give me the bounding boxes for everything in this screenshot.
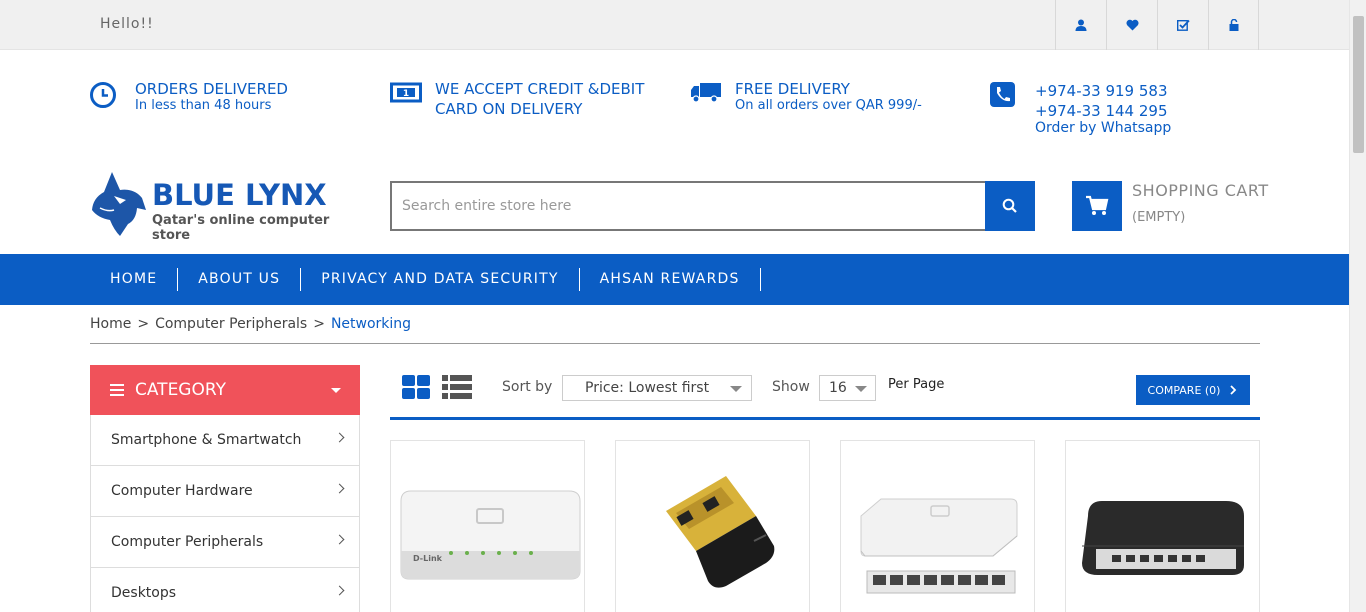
scrollbar-thumb[interactable] xyxy=(1353,16,1364,153)
info-contact: +974-33 919 583 +974-33 144 295 Order by… xyxy=(990,80,1171,136)
category-sidebar: CATEGORY Smartphone & Smartwatch Compute… xyxy=(90,365,360,612)
chevron-right-icon xyxy=(334,534,345,545)
product-card[interactable] xyxy=(1065,440,1260,612)
breadcrumb-parent[interactable]: Computer Peripherals xyxy=(155,316,307,332)
cash-icon: 1 xyxy=(390,80,430,110)
heart-icon[interactable] xyxy=(1106,0,1157,50)
category-title: CATEGORY xyxy=(135,380,226,400)
dropdown-arrow-icon xyxy=(730,386,742,392)
orders-subtitle: In less than 48 hours xyxy=(135,98,272,113)
category-item-label: Computer Peripherals xyxy=(111,534,264,550)
orders-title: ORDERS DELIVERED xyxy=(135,80,288,98)
caret-down-icon xyxy=(331,388,341,393)
delivery-title: FREE DELIVERY xyxy=(735,80,850,98)
page-scrollbar[interactable] xyxy=(1349,0,1366,612)
search-icon xyxy=(1002,198,1017,213)
breadcrumb-separator: > xyxy=(313,316,325,332)
cart-icon xyxy=(1086,195,1109,215)
nav-item-home[interactable]: HOME xyxy=(90,268,179,291)
truck-icon xyxy=(690,80,730,110)
clock-icon xyxy=(90,80,130,110)
show-label: Show xyxy=(772,379,810,395)
info-orders: ORDERS DELIVERED In less than 48 hours xyxy=(90,80,288,114)
brand-name: BLUE LYNX xyxy=(152,178,327,212)
nav-item-about-us[interactable]: ABOUT US xyxy=(178,268,302,291)
category-header[interactable]: CATEGORY xyxy=(90,365,360,415)
category-item-label: Computer Hardware xyxy=(111,483,253,499)
compare-label: COMPARE (0) xyxy=(1147,383,1221,397)
category-item-label: Smartphone & Smartwatch xyxy=(111,432,302,448)
svg-text:D-Link: D-Link xyxy=(413,554,443,563)
account-icons xyxy=(1055,0,1259,50)
per-page-label: Per Page xyxy=(888,377,945,392)
breadcrumb-divider xyxy=(90,343,1260,344)
breadcrumb-home[interactable]: Home xyxy=(90,316,131,332)
checklist-icon[interactable] xyxy=(1157,0,1208,50)
user-icon[interactable] xyxy=(1055,0,1106,50)
whatsapp-note: Order by Whatsapp xyxy=(1035,120,1172,136)
product-image[interactable]: D-Link xyxy=(391,441,585,612)
nav-item-privacy[interactable]: PRIVACY AND DATA SECURITY xyxy=(301,268,580,291)
chevron-right-icon xyxy=(334,432,345,443)
list-view-icon[interactable] xyxy=(442,375,472,399)
show-value: 16 xyxy=(829,380,847,396)
menu-icon xyxy=(110,381,124,399)
search-input[interactable] xyxy=(390,181,985,231)
svg-text:1: 1 xyxy=(403,89,409,99)
breadcrumb-separator: > xyxy=(137,316,150,332)
phone-icon xyxy=(990,80,1030,110)
category-item[interactable]: Computer Peripherals xyxy=(90,517,360,568)
payment-title-line1: WE ACCEPT CREDIT &DEBIT xyxy=(435,80,645,98)
cart-title: SHOPPING CART xyxy=(1132,181,1269,200)
category-item[interactable]: Desktops xyxy=(90,568,360,612)
chevron-right-icon xyxy=(334,585,345,596)
top-bar: Hello!! xyxy=(0,0,1349,50)
info-delivery: FREE DELIVERY On all orders over QAR 999… xyxy=(690,80,922,114)
search-bar xyxy=(390,181,1035,231)
lock-icon[interactable] xyxy=(1208,0,1259,50)
chevron-right-icon xyxy=(334,483,345,494)
cart-status: (EMPTY) xyxy=(1132,210,1186,225)
site-logo[interactable]: BLUE LYNX Qatar's online computer store xyxy=(90,170,355,243)
breadcrumb-current: Networking xyxy=(330,316,412,332)
product-toolbar: Sort by Price: Lowest first Show 16 Per … xyxy=(390,365,1260,420)
delivery-subtitle: On all orders over QAR 999/- xyxy=(735,98,922,113)
payment-title-line2: CARD ON DELIVERY xyxy=(435,100,583,118)
nav-item-ahsan-rewards[interactable]: AHSAN REWARDS xyxy=(580,268,761,291)
product-card[interactable] xyxy=(840,440,1035,612)
grid-view-icon[interactable] xyxy=(402,375,430,399)
info-payment: 1 WE ACCEPT CREDIT &DEBIT CARD ON DELIVE… xyxy=(390,80,644,118)
sort-select[interactable]: Price: Lowest first xyxy=(562,375,752,401)
product-card[interactable] xyxy=(615,440,810,612)
cart-button[interactable] xyxy=(1072,181,1122,231)
sort-label: Sort by xyxy=(502,379,553,395)
product-card[interactable]: D-Link xyxy=(390,440,585,612)
product-image[interactable] xyxy=(616,441,810,612)
category-item[interactable]: Computer Hardware xyxy=(90,466,360,517)
show-select[interactable]: 16 xyxy=(819,375,876,401)
dropdown-arrow-icon xyxy=(855,386,867,392)
product-image[interactable] xyxy=(841,441,1035,612)
phone-number-1[interactable]: +974-33 919 583 xyxy=(1035,82,1171,100)
chevron-right-icon xyxy=(1230,385,1237,395)
main-nav: HOME ABOUT US PRIVACY AND DATA SECURITY … xyxy=(0,254,1349,305)
sort-value: Price: Lowest first xyxy=(585,380,710,396)
category-item[interactable]: Smartphone & Smartwatch xyxy=(90,415,360,466)
brand-tagline: Qatar's online computer store xyxy=(152,213,330,243)
phone-number-2[interactable]: +974-33 144 295 xyxy=(1035,102,1171,120)
breadcrumb: Home > Computer Peripherals > Networking xyxy=(90,316,411,332)
lynx-icon xyxy=(92,172,146,236)
product-image[interactable] xyxy=(1066,441,1260,612)
greeting-text: Hello!! xyxy=(100,16,154,32)
compare-button[interactable]: COMPARE (0) xyxy=(1136,375,1250,405)
category-item-label: Desktops xyxy=(111,585,177,601)
search-button[interactable] xyxy=(985,181,1035,231)
